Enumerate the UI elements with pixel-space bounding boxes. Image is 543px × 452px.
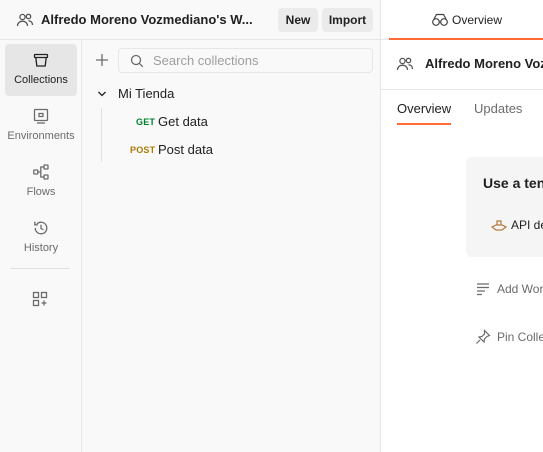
import-button[interactable]: Import — [322, 8, 373, 32]
collection-item[interactable]: Mi Tienda — [94, 84, 374, 104]
collection-name: Mi Tienda — [118, 86, 175, 101]
search-collections[interactable] — [118, 48, 373, 73]
left-panel: Alfredo Moreno Vozmediano's W... New Imp… — [0, 0, 381, 452]
description-icon — [477, 283, 489, 296]
workspace-title[interactable]: Alfredo Moreno Vozmediano's W... — [41, 12, 253, 27]
sidebar-item-history[interactable]: History — [5, 212, 77, 264]
sidebar-item-label: History — [23, 242, 59, 254]
tab-label: Overview — [452, 13, 503, 27]
tab-overview-sub[interactable]: Overview — [397, 101, 451, 116]
chevron-down-icon[interactable] — [97, 89, 107, 99]
template-card-title: Use a ten — [483, 175, 543, 191]
new-button[interactable]: New — [278, 8, 318, 32]
tab-overview[interactable]: Overview — [381, 0, 543, 40]
overview-icon — [432, 13, 448, 26]
configure-sidebar-icon[interactable] — [31, 290, 49, 308]
tab-updates[interactable]: Updates — [474, 101, 522, 116]
search-input[interactable] — [153, 51, 363, 70]
sidebar: Collections Environments Flows History — [0, 40, 82, 452]
active-tab-indicator — [389, 38, 543, 40]
request-method-badge: GET — [136, 117, 156, 127]
flows-icon — [33, 164, 49, 180]
action-label: Pin Colle — [497, 330, 543, 344]
team-workspace-icon — [396, 57, 414, 71]
request-name: Get data — [158, 114, 208, 129]
sidebar-divider — [10, 268, 70, 269]
history-icon — [34, 221, 48, 235]
search-icon — [130, 54, 144, 68]
request-item-post-data[interactable]: POST Post data — [0, 140, 260, 160]
overview-panel: Overview Alfredo Moreno Vozr Overview Up… — [381, 0, 543, 452]
workspace-name-heading[interactable]: Alfredo Moreno Vozr — [425, 56, 543, 71]
template-link[interactable]: API de — [511, 218, 543, 232]
sidebar-item-label: Collections — [14, 74, 68, 86]
template-card: Use a ten API de — [466, 157, 543, 257]
request-item-get-data[interactable]: GET Get data — [0, 112, 260, 132]
workspace-header: Alfredo Moreno Vozmediano's W... New Imp… — [0, 0, 381, 40]
team-workspace-icon — [16, 13, 34, 27]
divider — [381, 89, 543, 90]
request-name: Post data — [158, 142, 213, 157]
api-doc-template-icon — [490, 220, 508, 231]
add-workspace-description[interactable]: Add Wor — [475, 279, 543, 299]
active-subtab-indicator — [397, 123, 451, 125]
pin-collections[interactable]: Pin Colle — [475, 327, 543, 347]
pin-icon — [476, 329, 491, 344]
sidebar-item-label: Flows — [26, 186, 56, 198]
collections-icon — [33, 53, 49, 67]
action-label: Add Wor — [497, 282, 543, 296]
sidebar-item-collections[interactable]: Collections — [5, 44, 77, 96]
add-collection-icon[interactable] — [94, 52, 110, 68]
sidebar-item-flows[interactable]: Flows — [5, 156, 77, 208]
request-method-badge: POST — [130, 145, 156, 155]
